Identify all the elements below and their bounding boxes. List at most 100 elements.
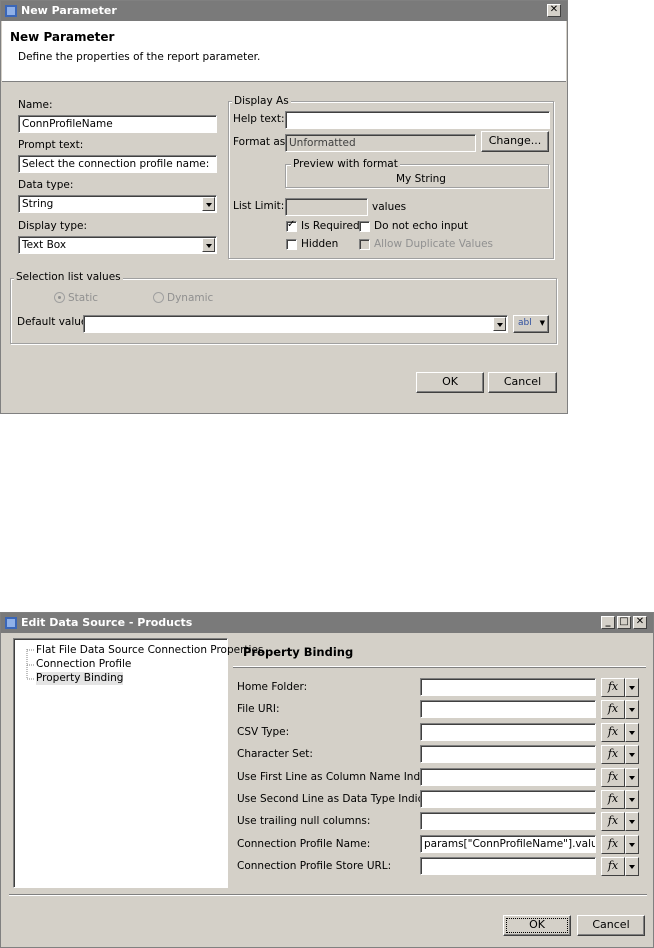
is-required-label: Is Required bbox=[301, 220, 360, 232]
chevron-down-icon[interactable] bbox=[625, 812, 639, 831]
expression-builder-button[interactable]: fx bbox=[601, 835, 639, 854]
list-limit-label: List Limit: bbox=[233, 200, 285, 212]
expression-builder-button[interactable]: fx bbox=[601, 745, 639, 764]
section-header: Property Binding bbox=[233, 637, 646, 667]
data-type-select[interactable]: String bbox=[18, 195, 217, 213]
selection-list-group bbox=[10, 278, 557, 344]
expression-builder-button[interactable]: fx bbox=[601, 768, 639, 787]
help-text-label: Help text: bbox=[233, 113, 285, 125]
window-title: New Parameter bbox=[21, 4, 117, 17]
close-button[interactable]: ✕ bbox=[633, 616, 647, 629]
default-value-combo[interactable] bbox=[83, 315, 508, 333]
name-label: Name: bbox=[18, 99, 53, 111]
allow-duplicate-checkbox bbox=[359, 239, 370, 250]
expression-builder-button[interactable]: fx bbox=[601, 790, 639, 809]
app-icon bbox=[5, 617, 17, 629]
property-value-input[interactable] bbox=[420, 812, 596, 830]
edit-data-source-dialog: Edit Data Source - Products _ □ ✕ Flat F… bbox=[0, 612, 654, 948]
property-label: Character Set: bbox=[237, 748, 313, 760]
no-echo-label: Do not echo input bbox=[374, 220, 469, 232]
expression-builder-button[interactable]: fx bbox=[601, 700, 639, 719]
navigation-tree: Flat File Data Source Connection Propert… bbox=[13, 638, 263, 888]
property-value-input[interactable] bbox=[420, 678, 596, 696]
cancel-button[interactable]: Cancel bbox=[577, 915, 645, 936]
format-as-label: Format as: bbox=[233, 136, 289, 148]
function-icon[interactable]: fx bbox=[601, 768, 625, 787]
dynamic-radio bbox=[153, 292, 164, 303]
close-button[interactable]: ✕ bbox=[547, 4, 561, 17]
chevron-down-icon[interactable] bbox=[202, 238, 215, 252]
display-type-label: Display type: bbox=[18, 220, 88, 232]
chevron-down-icon[interactable] bbox=[202, 197, 215, 211]
chevron-down-icon[interactable] bbox=[625, 768, 639, 787]
dialog-header: New Parameter Define the properties of t… bbox=[2, 21, 566, 82]
maximize-button[interactable]: □ bbox=[617, 616, 631, 629]
preview-group-label: Preview with format bbox=[291, 158, 400, 170]
minimize-button[interactable]: _ bbox=[601, 616, 615, 629]
window-title: Edit Data Source - Products bbox=[21, 616, 193, 629]
property-label: Connection Profile Name: bbox=[237, 838, 371, 850]
abl-label: abl bbox=[518, 318, 532, 328]
function-icon[interactable]: fx bbox=[601, 835, 625, 854]
expression-builder-button[interactable]: fx bbox=[601, 857, 639, 876]
function-icon[interactable]: fx bbox=[601, 700, 625, 719]
ok-button[interactable]: OK bbox=[416, 372, 484, 393]
values-label: values bbox=[372, 201, 407, 213]
header-title: New Parameter bbox=[10, 30, 115, 44]
format-as-field: Unformatted bbox=[285, 134, 476, 152]
static-label: Static bbox=[68, 292, 99, 304]
property-value-input[interactable] bbox=[420, 700, 596, 718]
prompt-text-input[interactable]: Select the connection profile name: bbox=[18, 155, 217, 173]
chevron-down-icon[interactable] bbox=[493, 317, 506, 331]
change-format-button[interactable]: Change... bbox=[481, 131, 549, 152]
hidden-checkbox[interactable] bbox=[286, 239, 297, 250]
chevron-down-icon[interactable] bbox=[625, 745, 639, 764]
property-label: File URI: bbox=[237, 703, 280, 715]
property-value-input[interactable] bbox=[420, 723, 596, 741]
expression-type-button[interactable]: abl ▼ bbox=[513, 315, 549, 333]
expression-builder-button[interactable]: fx bbox=[601, 678, 639, 697]
name-input[interactable]: ConnProfileName bbox=[18, 115, 217, 133]
chevron-down-icon[interactable] bbox=[625, 723, 639, 742]
no-echo-checkbox[interactable] bbox=[359, 221, 370, 232]
function-icon[interactable]: fx bbox=[601, 790, 625, 809]
static-radio bbox=[54, 292, 65, 303]
chevron-down-icon[interactable] bbox=[625, 700, 639, 719]
dynamic-label: Dynamic bbox=[167, 292, 214, 304]
property-value-input[interactable] bbox=[420, 745, 596, 763]
hidden-label: Hidden bbox=[301, 238, 339, 250]
property-value-input[interactable] bbox=[420, 790, 596, 808]
expression-builder-button[interactable]: fx bbox=[601, 723, 639, 742]
ok-button[interactable]: OK bbox=[503, 915, 571, 936]
chevron-down-icon[interactable] bbox=[625, 678, 639, 697]
expression-builder-button[interactable]: fx bbox=[601, 812, 639, 831]
function-icon[interactable]: fx bbox=[601, 857, 625, 876]
help-text-input[interactable] bbox=[285, 111, 550, 129]
tree-item-flat-file-properties[interactable]: Flat File Data Source Connection Propert… bbox=[36, 644, 263, 657]
function-icon[interactable]: fx bbox=[601, 723, 625, 742]
allow-duplicate-label: Allow Duplicate Values bbox=[374, 238, 494, 250]
tree-item-connection-profile[interactable]: Connection Profile bbox=[36, 658, 131, 671]
chevron-down-icon[interactable] bbox=[625, 835, 639, 854]
property-value-input[interactable]: params["ConnProfileName"].value bbox=[420, 835, 596, 853]
function-icon[interactable]: fx bbox=[601, 745, 625, 764]
is-required-checkbox[interactable] bbox=[286, 219, 297, 232]
property-value-input[interactable] bbox=[420, 768, 596, 786]
property-value-input[interactable] bbox=[420, 857, 596, 875]
function-icon[interactable]: fx bbox=[601, 812, 625, 831]
cancel-button[interactable]: Cancel bbox=[488, 372, 557, 393]
header-description: Define the properties of the report para… bbox=[18, 51, 261, 63]
section-title: Property Binding bbox=[243, 645, 354, 659]
chevron-down-icon: ▼ bbox=[539, 319, 545, 327]
display-type-value: Text Box bbox=[22, 239, 67, 251]
footer-separator bbox=[9, 894, 647, 896]
title-bar: Edit Data Source - Products _ □ ✕ bbox=[1, 613, 653, 633]
data-type-label: Data type: bbox=[18, 179, 74, 191]
selection-list-group-label: Selection list values bbox=[14, 271, 123, 283]
display-as-group-label: Display As bbox=[232, 95, 291, 107]
function-icon[interactable]: fx bbox=[601, 678, 625, 697]
display-type-select[interactable]: Text Box bbox=[18, 236, 217, 254]
chevron-down-icon[interactable] bbox=[625, 857, 639, 876]
tree-item-property-binding[interactable]: Property Binding bbox=[36, 672, 124, 685]
chevron-down-icon[interactable] bbox=[625, 790, 639, 809]
